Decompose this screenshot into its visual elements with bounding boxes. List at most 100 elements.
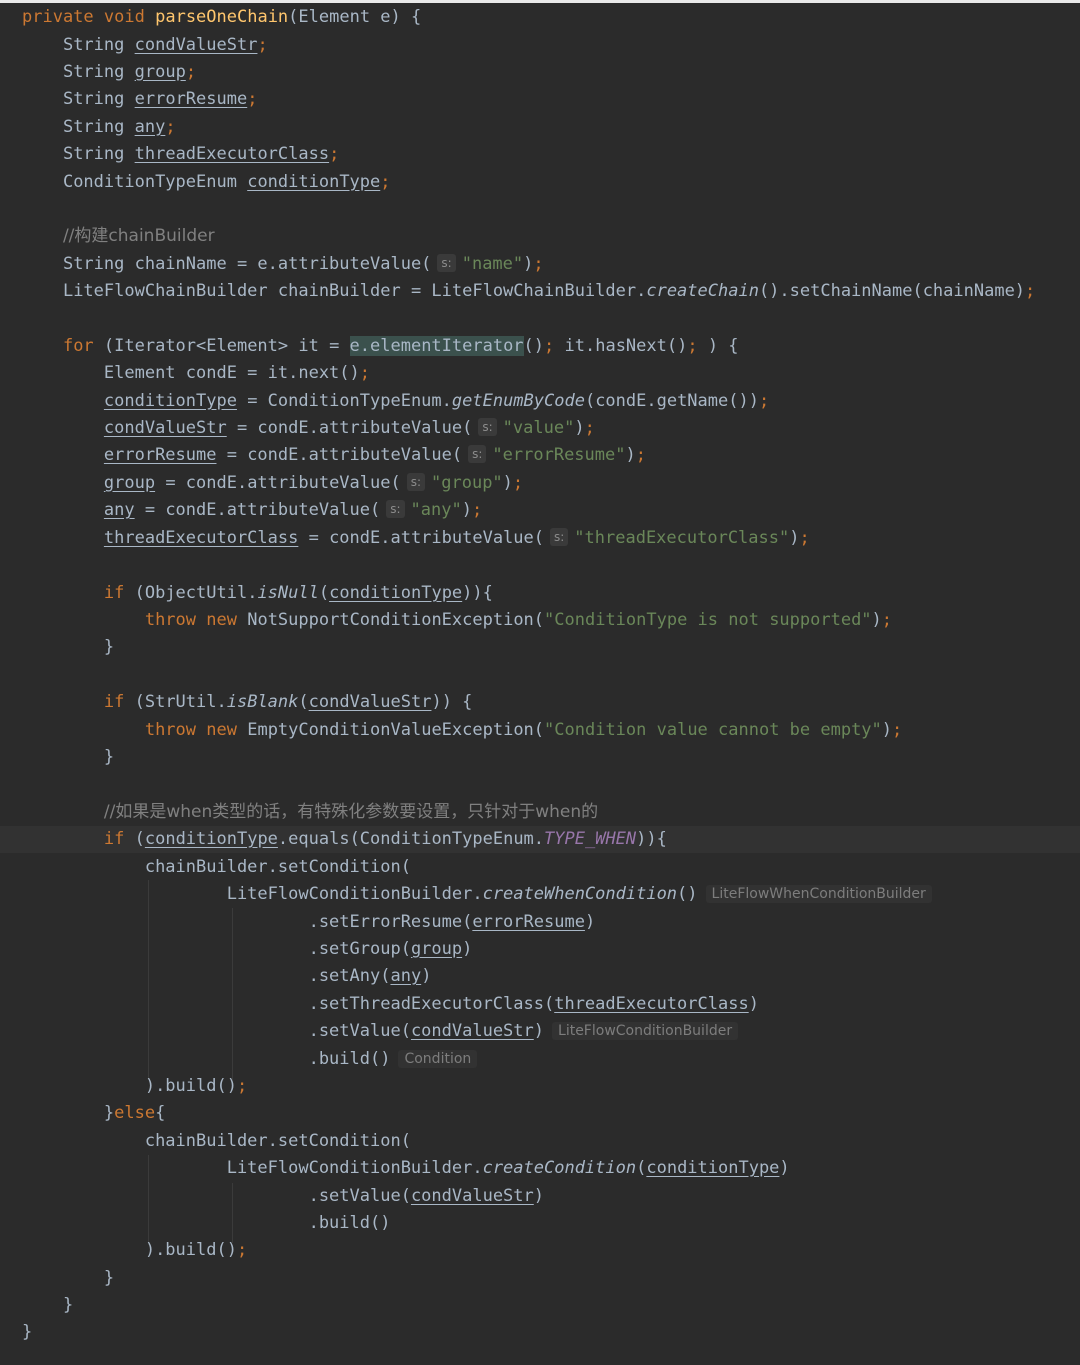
code-text: Element condE = it.next() (103, 363, 360, 383)
code-line[interactable]: throw new EmptyConditionValueException("… (0, 717, 1080, 744)
semicolon: ; (635, 445, 646, 465)
type-name: String (62, 144, 125, 164)
code-line-current[interactable]: if (conditionType.equals(ConditionTypeEn… (0, 826, 1080, 853)
code-line[interactable]: String chainName = e.attributeValue(s: "n… (0, 251, 1080, 278)
variable: condValueStr (410, 1186, 534, 1206)
code-line[interactable]: } (0, 1265, 1080, 1292)
semicolon: ; (881, 610, 893, 630)
code-line[interactable]: .setValue(condValueStr) (0, 1183, 1080, 1210)
static-method: createCondition (482, 1158, 637, 1178)
code-line[interactable]: .setAny(any) (0, 963, 1080, 990)
static-method: getEnumByCode (451, 391, 585, 411)
keyword: void (103, 7, 145, 27)
variable: any (134, 117, 166, 137)
code-line[interactable]: } (0, 634, 1080, 661)
string-literal: "any" (410, 500, 462, 520)
keyword: new (206, 610, 237, 630)
type-name: String (62, 35, 125, 55)
code-line[interactable]: //构建chainBuilder (0, 223, 1080, 250)
code-line[interactable]: String condValueStr; (0, 32, 1080, 59)
code-line[interactable]: Element condE = it.next(); (0, 360, 1080, 387)
code-line[interactable]: LiteFlowConditionBuilder.createWhenCondi… (0, 881, 1080, 908)
code-text: ) (574, 418, 585, 438)
code-text: it.hasNext() (554, 336, 688, 356)
code-text: (Iterator<Element> it = (93, 336, 350, 356)
code-line[interactable]: any = condE.attributeValue(s: "any"); (0, 497, 1080, 524)
code-line[interactable]: conditionType = ConditionTypeEnum.getEnu… (0, 388, 1080, 415)
code-line[interactable]: private void parseOneChain(Element e) { (0, 4, 1080, 31)
code-text: ) (461, 500, 472, 520)
semicolon: ; (380, 172, 391, 192)
code-text: String chainName = e.attributeValue( (62, 254, 432, 274)
semicolon: ; (247, 89, 258, 109)
code-line[interactable]: chainBuilder.setCondition( (0, 854, 1080, 881)
code-line[interactable]: } (0, 1319, 1080, 1346)
code-line[interactable]: .setGroup(group) (0, 936, 1080, 963)
code-text: (StrUtil. (124, 692, 227, 712)
code-text: chainBuilder.setCondition( (144, 1131, 411, 1151)
code-line[interactable]: errorResume = condE.attributeValue(s: "er… (0, 442, 1080, 469)
type-hint: LiteFlowWhenConditionBuilder (705, 885, 932, 903)
code-text: { (155, 1103, 166, 1123)
semicolon: ; (584, 418, 595, 438)
code-text: = ConditionTypeEnum. (236, 391, 452, 411)
code-line[interactable]: } (0, 744, 1080, 771)
parameter-hint: s: (468, 445, 487, 463)
code-line[interactable]: ).build(); (0, 1073, 1080, 1100)
code-line[interactable]: ConditionTypeEnum conditionType; (0, 169, 1080, 196)
semicolon: ; (758, 391, 770, 411)
comment: //构建chainBuilder (62, 226, 215, 246)
code-line[interactable]: chainBuilder.setCondition( (0, 1128, 1080, 1155)
code-line[interactable]: group = condE.attributeValue(s: "group"); (0, 470, 1080, 497)
code-text: } (103, 747, 115, 767)
parameter-hint: s: (406, 473, 426, 491)
variable: conditionType (646, 1158, 780, 1178)
keyword: private (22, 7, 94, 27)
code-line[interactable]: for (Iterator<Element> it = e.elementIte… (0, 333, 1080, 360)
variable: conditionType (144, 829, 278, 849)
code-line[interactable]: ).build(); (0, 1237, 1080, 1264)
parameter-hint: s: (550, 528, 569, 546)
code-text: = condE.attributeValue( (134, 500, 381, 520)
code-line[interactable]: .setErrorResume(errorResume) (0, 909, 1080, 936)
code-line[interactable]: LiteFlowChainBuilder chainBuilder = Lite… (0, 278, 1080, 305)
variable: conditionType (329, 583, 463, 603)
semicolon: ; (329, 144, 340, 164)
code-line[interactable]: .setThreadExecutorClass(threadExecutorCl… (0, 991, 1080, 1018)
code-line[interactable]: .build() Condition (0, 1046, 1080, 1073)
code-line[interactable]: throw new NotSupportConditionException("… (0, 607, 1080, 634)
code-editor[interactable]: private void parseOneChain(Element e) { … (0, 0, 1080, 1365)
semicolon: ; (185, 62, 197, 82)
code-text: () (677, 884, 698, 904)
code-text: ) (462, 939, 473, 959)
code-line[interactable]: }else{ (0, 1100, 1080, 1127)
code-line[interactable]: .setValue(condValueStr) LiteFlowCondition… (0, 1018, 1080, 1045)
code-line[interactable]: } (0, 1292, 1080, 1319)
code-text: } (62, 1295, 74, 1315)
code-line[interactable]: LiteFlowConditionBuilder.createCondition… (0, 1155, 1080, 1182)
code-line[interactable]: String errorResume; (0, 86, 1080, 113)
code-line[interactable]: if (StrUtil.isBlank(condValueStr)) { (0, 689, 1080, 716)
code-line[interactable]: String group; (0, 59, 1080, 86)
code-line[interactable]: .build() (0, 1210, 1080, 1237)
code-text: = condE.attributeValue( (155, 473, 401, 493)
code-text: )) { (431, 692, 473, 712)
code-line[interactable]: String threadExecutorClass; (0, 141, 1080, 168)
code-line[interactable]: threadExecutorClass = condE.attributeVal… (0, 525, 1080, 552)
static-method: isBlank (226, 692, 299, 712)
code-text: ) (748, 994, 759, 1014)
code-line[interactable]: //如果是when类型的话，有特殊化参数要设置，只针对于when的 (0, 799, 1080, 826)
code-text: ) (779, 1158, 790, 1178)
type-name: ConditionTypeEnum (62, 172, 237, 192)
type-hint: Condition (398, 1050, 478, 1068)
parameter-hint: s: (386, 500, 405, 518)
code-text: LiteFlowConditionBuilder. (226, 884, 483, 904)
code-line[interactable]: String any; (0, 114, 1080, 141)
keyword: throw (144, 610, 197, 630)
code-text: (Element e) { (288, 7, 422, 27)
code-line[interactable]: condValueStr = condE.attributeValue(s: "v… (0, 415, 1080, 442)
semicolon: ; (512, 473, 524, 493)
variable: any (390, 966, 422, 986)
variable: group (103, 473, 156, 493)
code-line[interactable]: if (ObjectUtil.isNull(conditionType)){ (0, 580, 1080, 607)
